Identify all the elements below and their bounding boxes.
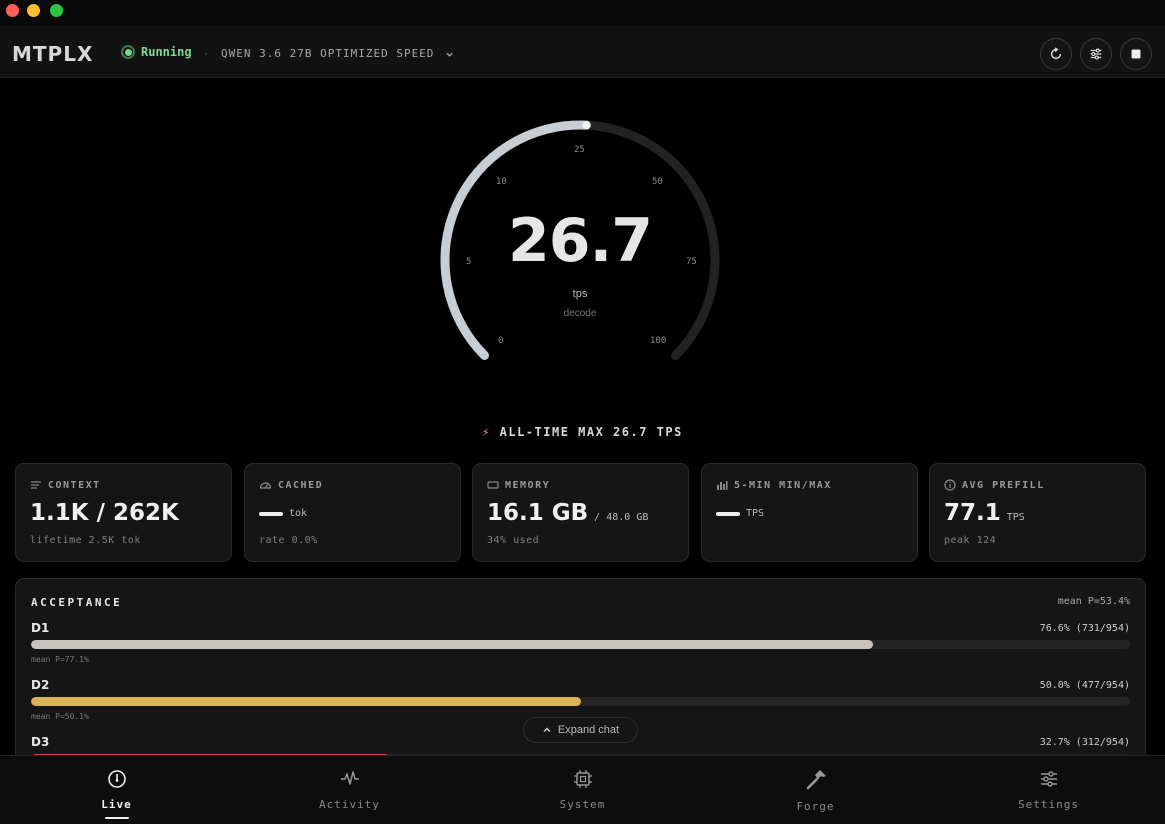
server-status: Running <box>121 45 192 59</box>
zoom-window-button[interactable] <box>50 4 63 17</box>
hammer-icon <box>806 770 826 790</box>
acceptance-title: ACCEPTANCE <box>31 596 123 609</box>
depth-label: D1 <box>31 621 50 635</box>
context-card: CONTEXT 1.1K / 262K lifetime 2.5K tok <box>15 463 232 562</box>
acceptance-panel: ACCEPTANCE mean P=53.4% D1 76.6% (731/95… <box>15 578 1146 778</box>
card-value: 1.1K / 262K <box>30 500 179 526</box>
nav-label: Settings <box>1018 798 1079 811</box>
pulse-icon <box>340 771 359 785</box>
status-indicator-icon <box>121 45 135 59</box>
nav-live[interactable]: Live <box>0 756 233 824</box>
avg-prefill-card: AVG PREFILL 77.1 TPS peak 124 <box>929 463 1146 562</box>
nav-activity[interactable]: Activity <box>233 756 466 824</box>
depth-label: D3 <box>31 735 50 749</box>
tps-value: 26.7 <box>507 206 653 276</box>
tps-unit: tps <box>572 288 588 300</box>
sliders-icon <box>1090 48 1102 60</box>
nav-label: Activity <box>319 798 380 811</box>
model-name: QWEN 3.6 27B OPTIMIZED SPEED <box>221 47 435 60</box>
chevron-down-icon <box>446 52 453 57</box>
refresh-icon <box>1050 47 1062 60</box>
acceptance-bar-track <box>31 697 1130 706</box>
depth-stat: 50.0% (477/954) <box>1039 680 1130 691</box>
app-logo: MTPLX <box>12 42 94 66</box>
card-label: CONTEXT <box>48 479 101 491</box>
card-value: 16.1 GB <box>487 500 589 526</box>
minimize-window-button[interactable] <box>27 4 40 17</box>
gauge-mode: decode <box>563 308 597 319</box>
stop-icon <box>1131 49 1141 59</box>
header-separator: · <box>204 46 208 60</box>
nav-label: Live <box>101 798 132 811</box>
nav-settings[interactable]: Settings <box>932 756 1165 824</box>
card-sub: 34% used <box>487 535 540 546</box>
cached-card: CACHED tok rate 0.0% <box>244 463 461 562</box>
speedometer-icon <box>107 770 126 788</box>
gauge-tick: 25 <box>574 145 585 155</box>
gauge-tick: 100 <box>650 336 667 346</box>
expand-chat-label: Expand chat <box>557 724 620 736</box>
lightning-icon: ⚡ <box>482 425 491 439</box>
close-window-button[interactable] <box>6 4 19 17</box>
window-titlebar <box>0 0 1165 26</box>
gauge-tick: 50 <box>652 177 663 187</box>
card-unit: / 48.0 GB <box>594 512 649 523</box>
gauge-tick: 0 <box>498 336 504 346</box>
stop-button[interactable] <box>1120 38 1152 70</box>
depth-mean: mean P=50.1% <box>31 712 89 721</box>
all-time-max: ⚡ ALL-TIME MAX 26.7 TPS <box>0 425 1165 439</box>
empty-value-dash <box>716 512 740 516</box>
nav-label: System <box>559 798 606 811</box>
all-time-max-label: ALL-TIME MAX 26.7 TPS <box>499 425 683 439</box>
refresh-button[interactable] <box>1040 38 1072 70</box>
nav-system[interactable]: System <box>466 756 699 824</box>
gauge-tick: 10 <box>496 177 507 187</box>
card-unit: TPS <box>1006 512 1025 523</box>
minmax-card: 5-MIN MIN/MAX TPS <box>701 463 918 562</box>
card-label: 5-MIN MIN/MAX <box>734 479 832 491</box>
card-value: 77.1 <box>944 500 1001 526</box>
acceptance-bar-track <box>31 640 1130 649</box>
chevron-up-icon <box>543 727 551 733</box>
acceptance-bar-fill <box>31 640 873 649</box>
nav-label: Forge <box>796 800 835 813</box>
card-unit: TPS <box>746 508 765 519</box>
info-icon <box>944 479 956 491</box>
card-unit: tok <box>289 508 308 519</box>
acceptance-mean: mean P=53.4% <box>1057 596 1130 607</box>
text-lines-icon <box>31 481 41 489</box>
bottom-navigation: Live Activity System Forge Settings <box>0 755 1165 824</box>
app-header: MTPLX Running · QWEN 3.6 27B OPTIMIZED S… <box>0 26 1165 78</box>
memory-icon <box>487 481 499 489</box>
gauge-small-icon <box>259 482 272 489</box>
card-label: CACHED <box>278 479 324 491</box>
gauge-knob <box>582 121 591 130</box>
expand-chat-button[interactable]: Expand chat <box>523 717 638 743</box>
active-tab-indicator <box>104 817 129 819</box>
empty-value-dash <box>259 512 283 516</box>
nav-forge[interactable]: Forge <box>699 756 932 824</box>
sliders-icon <box>1040 771 1057 787</box>
depth-label: D2 <box>31 678 50 692</box>
tuning-button[interactable] <box>1080 38 1112 70</box>
chip-icon <box>573 770 592 788</box>
memory-card: MEMORY 16.1 GB / 48.0 GB 34% used <box>472 463 689 562</box>
status-text: Running <box>141 45 192 59</box>
card-label: AVG PREFILL <box>962 479 1045 491</box>
depth-stat: 32.7% (312/954) <box>1039 737 1130 748</box>
depth-stat: 76.6% (731/954) <box>1039 623 1130 634</box>
acceptance-bar-fill <box>31 697 581 706</box>
card-label: MEMORY <box>505 479 551 491</box>
card-sub: peak 124 <box>944 535 997 546</box>
card-sub: rate 0.0% <box>259 535 318 546</box>
model-selector[interactable]: QWEN 3.6 27B OPTIMIZED SPEED <box>221 47 454 60</box>
depth-mean: mean P=77.1% <box>31 655 89 664</box>
card-sub: lifetime 2.5K tok <box>30 535 141 546</box>
bar-chart-icon <box>717 481 728 490</box>
